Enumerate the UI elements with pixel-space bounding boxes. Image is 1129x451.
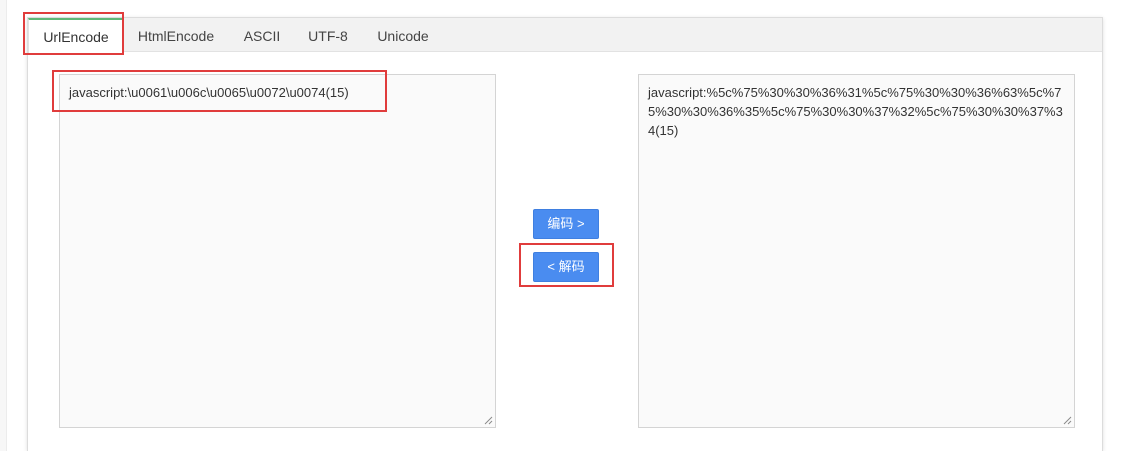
tab-htmlencode[interactable]: HtmlEncode [126, 18, 226, 52]
output-textarea[interactable]: javascript:%5c%75%30%30%36%31%5c%75%30%3… [638, 74, 1075, 428]
decode-button[interactable]: < 解码 [533, 252, 599, 282]
output-text: javascript:%5c%75%30%30%36%31%5c%75%30%3… [648, 85, 1063, 138]
resize-handle-icon[interactable] [484, 416, 493, 425]
encoder-panel: UrlEncode HtmlEncode ASCII UTF-8 Unicode… [27, 17, 1103, 451]
input-textarea[interactable]: javascript:\u0061\u006c\u0065\u0072\u007… [59, 74, 496, 428]
encode-button[interactable]: 编码 > [533, 209, 599, 239]
tab-unicode[interactable]: Unicode [366, 18, 440, 52]
input-text: javascript:\u0061\u006c\u0065\u0072\u007… [69, 85, 349, 100]
window-edge [0, 0, 7, 451]
tab-urlencode[interactable]: UrlEncode [28, 18, 124, 53]
tab-bar: UrlEncode HtmlEncode ASCII UTF-8 Unicode [28, 18, 1102, 53]
resize-handle-icon[interactable] [1063, 416, 1072, 425]
page: UrlEncode HtmlEncode ASCII UTF-8 Unicode… [0, 0, 1129, 451]
tab-utf8[interactable]: UTF-8 [296, 18, 360, 52]
tab-ascii[interactable]: ASCII [232, 18, 292, 52]
